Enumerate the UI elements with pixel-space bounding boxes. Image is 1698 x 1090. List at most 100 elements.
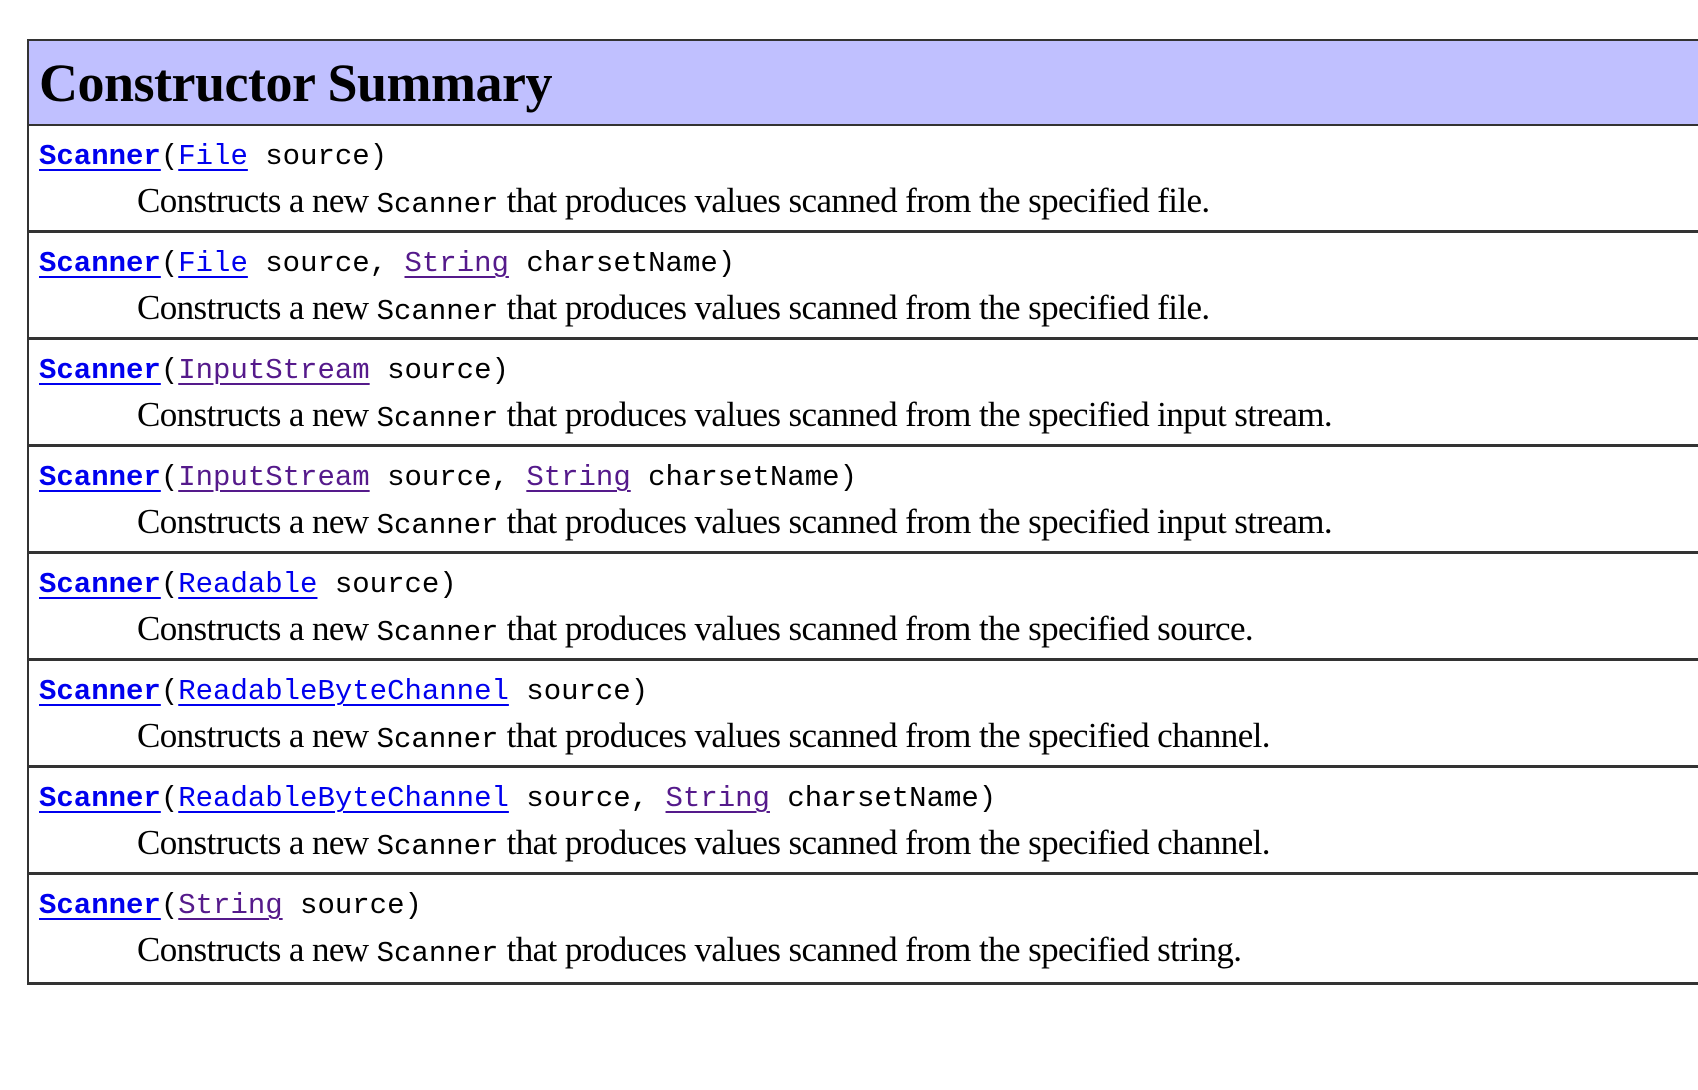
desc-text: Constructs a new — [137, 716, 377, 755]
desc-text: Constructs a new — [137, 288, 377, 327]
constructor-row: Scanner(InputStream source) Constructs a… — [29, 340, 1698, 447]
constructor-row: Scanner(Readable source) Constructs a ne… — [29, 554, 1698, 661]
desc-text: Constructs a new — [137, 609, 377, 648]
desc-code: Scanner — [376, 723, 499, 756]
paren-open: ( — [160, 140, 179, 173]
summary-header: Constructor Summary — [29, 41, 1698, 126]
desc-text: that produces values scanned from the sp… — [498, 716, 1271, 755]
constructor-description: Constructs a new Scanner that produces v… — [137, 930, 1242, 974]
param-type-link[interactable]: Readable — [178, 568, 317, 601]
param-type-link[interactable]: String — [526, 461, 630, 494]
constructor-link[interactable]: Scanner — [39, 140, 161, 173]
desc-text: Constructs a new — [137, 395, 377, 434]
paren-close: ) — [404, 889, 422, 922]
desc-text: Constructs a new — [137, 930, 377, 969]
param-name: charsetName — [508, 247, 718, 280]
desc-code: Scanner — [376, 509, 499, 542]
constructor-signature: Scanner(InputStream source, String chars… — [39, 458, 857, 498]
constructor-link[interactable]: Scanner — [39, 889, 161, 922]
param-name: source — [369, 354, 492, 387]
constructor-signature: Scanner(String source) — [39, 886, 422, 926]
paren-close: ) — [491, 354, 509, 387]
paren-open: ( — [160, 354, 179, 387]
constructor-row: Scanner(ReadableByteChannel source) Cons… — [29, 661, 1698, 768]
constructor-link[interactable]: Scanner — [39, 568, 161, 601]
constructor-description: Constructs a new Scanner that produces v… — [137, 288, 1210, 332]
param-type-link[interactable]: ReadableByteChannel — [178, 782, 509, 815]
param-name: source — [317, 568, 440, 601]
constructor-link[interactable]: Scanner — [39, 354, 161, 387]
desc-code: Scanner — [376, 188, 499, 221]
constructor-description: Constructs a new Scanner that produces v… — [137, 181, 1210, 225]
constructor-signature: Scanner(ReadableByteChannel source, Stri… — [39, 779, 996, 819]
param-type-link[interactable]: String — [666, 782, 770, 815]
param-separator: , — [630, 782, 666, 815]
desc-text: that produces values scanned from the sp… — [498, 609, 1254, 648]
constructor-description: Constructs a new Scanner that produces v… — [137, 395, 1333, 439]
constructor-description: Constructs a new Scanner that produces v… — [137, 716, 1271, 760]
paren-close: ) — [369, 140, 388, 173]
constructor-signature: Scanner(File source, String charsetName) — [39, 244, 735, 284]
constructor-signature: Scanner(File source) — [39, 137, 387, 177]
paren-open: ( — [160, 568, 179, 601]
constructor-link[interactable]: Scanner — [39, 461, 161, 494]
param-name: charsetName — [769, 782, 979, 815]
param-type-link[interactable]: File — [178, 247, 248, 280]
constructor-description: Constructs a new Scanner that produces v… — [137, 502, 1333, 546]
param-type-link[interactable]: InputStream — [178, 461, 369, 494]
paren-open: ( — [160, 782, 179, 815]
paren-open: ( — [160, 461, 179, 494]
paren-open: ( — [160, 675, 179, 708]
param-name: source — [247, 247, 370, 280]
desc-text: Constructs a new — [137, 823, 377, 862]
paren-close: ) — [839, 461, 857, 494]
param-name: source — [282, 889, 405, 922]
paren-close: ) — [630, 675, 649, 708]
param-type-link[interactable]: InputStream — [178, 354, 369, 387]
param-name: charsetName — [630, 461, 840, 494]
desc-text: Constructs a new — [137, 502, 377, 541]
constructor-row: Scanner(String source) Constructs a new … — [29, 875, 1698, 985]
constructor-signature: Scanner(Readable source) — [39, 565, 457, 605]
paren-close: ) — [717, 247, 736, 280]
constructor-description: Constructs a new Scanner that produces v… — [137, 823, 1271, 867]
param-type-link[interactable]: File — [178, 140, 248, 173]
constructor-row: Scanner(ReadableByteChannel source, Stri… — [29, 768, 1698, 875]
desc-text: that produces values scanned from the sp… — [498, 181, 1211, 220]
desc-text: that produces values scanned from the sp… — [498, 823, 1271, 862]
desc-code: Scanner — [376, 616, 499, 649]
constructor-link[interactable]: Scanner — [39, 782, 161, 815]
paren-close: ) — [439, 568, 457, 601]
param-type-link[interactable]: ReadableByteChannel — [178, 675, 509, 708]
constructor-signature: Scanner(InputStream source) — [39, 351, 509, 391]
param-type-link[interactable]: String — [405, 247, 509, 280]
constructor-signature: Scanner(ReadableByteChannel source) — [39, 672, 648, 712]
constructor-row: Scanner(File source) Constructs a new Sc… — [29, 126, 1698, 233]
constructor-description: Constructs a new Scanner that produces v… — [137, 609, 1254, 653]
paren-close: ) — [978, 782, 997, 815]
desc-text: that produces values scanned from the sp… — [498, 930, 1242, 969]
summary-title: Constructor Summary — [39, 52, 552, 113]
desc-code: Scanner — [376, 402, 499, 435]
desc-code: Scanner — [376, 295, 499, 328]
param-separator: , — [369, 247, 405, 280]
constructor-row: Scanner(InputStream source, String chars… — [29, 447, 1698, 554]
param-name: source — [247, 140, 370, 173]
param-name: source — [369, 461, 492, 494]
desc-code: Scanner — [376, 830, 499, 863]
desc-text: that produces values scanned from the sp… — [498, 288, 1211, 327]
desc-text: that produces values scanned from the sp… — [498, 502, 1333, 541]
param-type-link[interactable]: String — [178, 889, 282, 922]
desc-text: that produces values scanned from the sp… — [498, 395, 1333, 434]
constructor-link[interactable]: Scanner — [39, 675, 161, 708]
desc-code: Scanner — [376, 937, 499, 970]
desc-text: Constructs a new — [137, 181, 377, 220]
constructor-row: Scanner(File source, String charsetName)… — [29, 233, 1698, 340]
paren-open: ( — [160, 889, 179, 922]
param-name: source — [508, 782, 631, 815]
constructor-link[interactable]: Scanner — [39, 247, 161, 280]
param-separator: , — [491, 461, 527, 494]
constructor-summary-table: Constructor Summary Scanner(File source)… — [27, 39, 1698, 985]
param-name: source — [508, 675, 631, 708]
paren-open: ( — [160, 247, 179, 280]
